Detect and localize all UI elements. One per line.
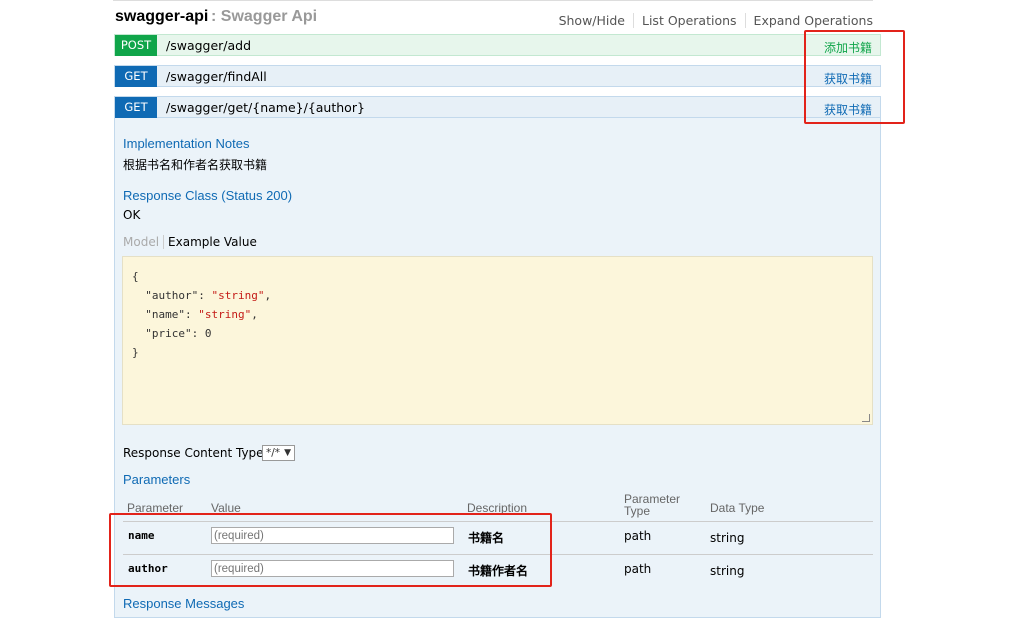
implementation-notes-title: Implementation Notes <box>123 136 250 151</box>
parameters-title: Parameters <box>123 472 191 487</box>
operation-post-add[interactable]: POST /swagger/add 添加书籍 <box>114 34 881 56</box>
expand-operations-link[interactable]: Expand Operations <box>746 13 873 28</box>
operation-get-by-name-author[interactable]: GET /swagger/get/{name}/{author} 获取书籍 <box>114 96 881 118</box>
operation-path[interactable]: /swagger/findAll <box>166 69 267 84</box>
operation-get-findall[interactable]: GET /swagger/findAll 获取书籍 <box>114 65 881 87</box>
example-json: { "author": "string", "name": "string", … <box>132 270 272 359</box>
implementation-notes-text: 根据书名和作者名获取书籍 <box>123 158 268 172</box>
tab-model[interactable]: Model <box>123 235 165 249</box>
resize-handle[interactable] <box>862 414 870 422</box>
dropdown-arrow-icon: ▼ <box>284 448 291 458</box>
highlight-box-summaries <box>804 30 905 124</box>
header-parameter-type: Parameter Type <box>624 492 681 518</box>
param-type: path <box>624 529 652 543</box>
model-tabs: Model Example Value <box>123 235 257 249</box>
show-hide-link[interactable]: Show/Hide <box>559 13 634 28</box>
operation-path[interactable]: /swagger/get/{name}/{author} <box>166 100 365 115</box>
response-class-text: OK <box>123 208 141 222</box>
param-data-type: string <box>710 564 745 578</box>
response-class-title: Response Class (Status 200) <box>123 188 293 203</box>
method-badge-get[interactable]: GET <box>115 97 157 118</box>
list-operations-link[interactable]: List Operations <box>634 13 746 28</box>
header-data-type: Data Type <box>710 501 765 515</box>
header-links: Show/Hide List Operations Expand Operati… <box>559 13 873 28</box>
method-badge-post[interactable]: POST <box>115 35 157 56</box>
api-header: swagger-api : Swagger Api Show/Hide List… <box>115 8 873 30</box>
api-description: : Swagger Api <box>211 8 318 25</box>
top-divider <box>113 0 873 1</box>
param-type: path <box>624 562 652 576</box>
param-data-type: string <box>710 531 745 545</box>
api-name-link[interactable]: swagger-api <box>115 8 208 26</box>
response-content-type-label: Response Content Type <box>123 446 264 460</box>
example-value-box[interactable]: { "author": "string", "name": "string", … <box>122 256 873 425</box>
method-badge-get[interactable]: GET <box>115 66 157 87</box>
operation-path[interactable]: /swagger/add <box>166 38 251 53</box>
highlight-box-params <box>109 513 552 587</box>
response-content-type-select[interactable]: */* ▼ <box>262 445 295 461</box>
tab-example-value[interactable]: Example Value <box>164 235 257 249</box>
